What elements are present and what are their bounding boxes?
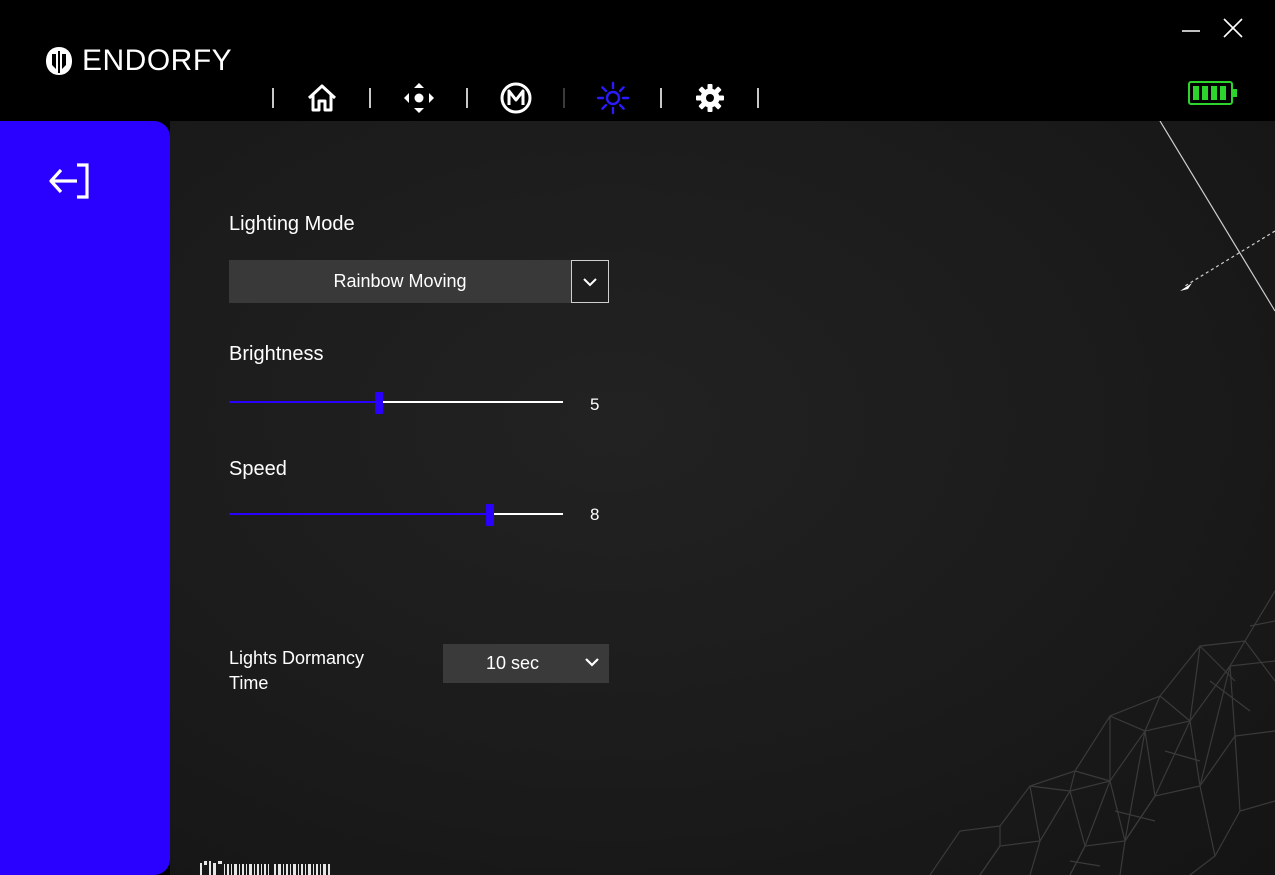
tab-macro[interactable] xyxy=(468,78,563,118)
title-bar: ENDORFY xyxy=(0,0,1275,121)
endorfy-logo-icon xyxy=(46,47,72,75)
brand-name: ENDORFY xyxy=(82,44,233,77)
footer-barcode-mark xyxy=(200,861,330,875)
tab-home[interactable] xyxy=(274,78,369,118)
lights-dormancy-value: 10 sec xyxy=(486,653,540,673)
lights-dormancy-select[interactable]: 10 sec xyxy=(443,644,609,683)
tab-buttons[interactable] xyxy=(371,78,466,118)
back-button[interactable] xyxy=(46,160,92,202)
sun-icon xyxy=(596,81,629,115)
battery-icon xyxy=(1188,81,1237,105)
gear-icon xyxy=(695,84,724,112)
slider-thumb[interactable] xyxy=(375,392,384,414)
chevron-down-icon xyxy=(583,277,597,286)
brand-logo: ENDORFY xyxy=(44,44,232,78)
lighting-mode-select[interactable]: Rainbow Moving xyxy=(229,260,571,303)
tab-lighting[interactable] xyxy=(565,78,660,118)
brightness-label: Brightness xyxy=(229,343,324,365)
battery-indicator xyxy=(1188,81,1238,110)
slider-fill xyxy=(229,513,490,515)
home-icon xyxy=(307,84,336,112)
dpad-icon xyxy=(403,83,434,113)
speed-label: Speed xyxy=(229,458,287,480)
lighting-mode-value: Rainbow Moving xyxy=(333,271,467,291)
exit-arrow-icon xyxy=(49,163,89,199)
macro-m-icon xyxy=(500,82,531,114)
chevron-down-icon xyxy=(585,658,599,667)
slider-fill xyxy=(229,401,380,403)
lighting-mode-dropdown-button[interactable] xyxy=(571,260,609,303)
tab-settings[interactable] xyxy=(662,78,757,118)
sidebar xyxy=(0,121,170,875)
lighting-mode-label: Lighting Mode xyxy=(229,213,355,235)
nav-divider xyxy=(757,88,759,108)
close-button[interactable] xyxy=(1219,14,1247,42)
minimize-button[interactable] xyxy=(1177,14,1205,42)
brightness-slider[interactable] xyxy=(229,392,563,414)
speed-value: 8 xyxy=(590,505,600,524)
brightness-value: 5 xyxy=(590,395,600,414)
close-icon xyxy=(1223,18,1243,38)
main-nav xyxy=(262,78,759,118)
slider-thumb[interactable] xyxy=(485,504,494,526)
lights-dormancy-label: Lights Dormancy Time xyxy=(229,648,365,693)
speed-slider[interactable] xyxy=(229,504,563,526)
minimize-icon xyxy=(1182,30,1200,32)
